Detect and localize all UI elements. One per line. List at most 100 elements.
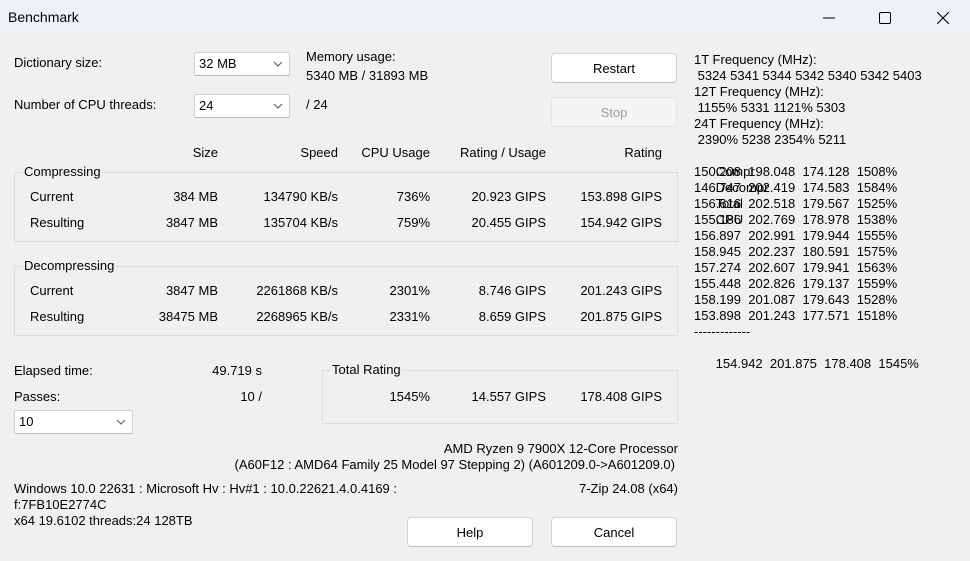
- maximize-button[interactable]: [862, 0, 908, 35]
- log-total-total: 178.408: [824, 356, 872, 371]
- speed-value: 134790 KB/s: [263, 189, 338, 204]
- rating-usage-value: 20.923 GIPS: [471, 189, 546, 204]
- log-decompr: 202.237: [748, 244, 796, 259]
- row-label: Current: [30, 189, 74, 204]
- log-compr: 158.199: [694, 292, 741, 307]
- cpu-threads-select[interactable]: 24: [194, 94, 290, 118]
- freq-24t-label: 24T Frequency (MHz):: [694, 116, 824, 131]
- rating-value: 201.875 GIPS: [580, 309, 662, 324]
- passes-select-value: 10: [19, 414, 34, 429]
- size-value: 3847 MB: [165, 283, 218, 298]
- dictionary-size-label: Dictionary size:: [14, 55, 103, 70]
- log-total-decompr: 201.875: [769, 356, 817, 371]
- passes-log-row: 157.274 202.607 179.941 1563%: [694, 260, 922, 276]
- freq-12t-label: 12T Frequency (MHz):: [694, 84, 824, 99]
- dictionary-size-value: 32 MB: [199, 56, 237, 71]
- log-total: 174.128: [802, 164, 850, 179]
- chevron-down-icon: [273, 103, 283, 109]
- help-button[interactable]: Help: [407, 517, 533, 547]
- log-decompr: 202.419: [748, 180, 796, 195]
- maximize-icon: [879, 11, 891, 24]
- system-info-line2: f:7FB10E2774C: [14, 497, 107, 512]
- log-cpu: 1518%: [856, 308, 898, 323]
- passes-log-row: 153.898 201.243 177.571 1518%: [694, 308, 922, 324]
- system-info-line1: Windows 10.0 22631 : Microsoft Hv : Hv#1…: [14, 481, 397, 496]
- log-cpu: 1584%: [856, 180, 898, 195]
- log-decompr: 202.518: [748, 196, 796, 211]
- speed-value: 135704 KB/s: [263, 215, 338, 230]
- rating-value: 153.898 GIPS: [580, 189, 662, 204]
- freq-1t-values: 5324 5341 5344 5342 5340 5342 5403: [694, 68, 922, 83]
- freq-1t-label: 1T Frequency (MHz):: [694, 52, 817, 67]
- log-cpu: 1575%: [856, 244, 898, 259]
- log-decompr: 202.769: [748, 212, 796, 227]
- chevron-down-icon: [116, 419, 126, 425]
- log-total: 179.567: [802, 196, 850, 211]
- size-value: 3847 MB: [165, 215, 218, 230]
- column-header-cpu-usage: CPU Usage: [361, 145, 430, 160]
- cpu-usage-value: 759%: [396, 215, 430, 230]
- minimize-button[interactable]: [806, 0, 852, 35]
- log-cpu: 1555%: [856, 228, 898, 243]
- log-total: 178.978: [802, 212, 850, 227]
- log-compr: 158.945: [694, 244, 741, 259]
- passes-log-row: 156.616 202.518 179.567 1525%: [694, 196, 922, 212]
- log-cpu: 1525%: [856, 196, 898, 211]
- log-total-compr: 154.942: [715, 356, 763, 371]
- rating-value: 201.243 GIPS: [580, 283, 662, 298]
- passes-log-header: Compr Decompr Total CPU: [694, 148, 922, 227]
- cpu-usage-value: 2331%: [389, 309, 430, 324]
- passes-log-row: 158.199 201.087 179.643 1528%: [694, 292, 922, 308]
- dictionary-size-select[interactable]: 32 MB: [194, 52, 290, 76]
- cpu-usage-value: 2301%: [389, 283, 430, 298]
- log-decompr: 202.607: [748, 260, 796, 275]
- cpu-threads-max: / 24: [306, 97, 328, 112]
- log-compr: 157.274: [694, 260, 741, 275]
- log-cpu: 1508%: [856, 164, 898, 179]
- log-total: 179.137: [802, 276, 850, 291]
- close-button[interactable]: [920, 0, 966, 35]
- passes-log-row: 156.897 202.991 179.944 1555%: [694, 228, 922, 244]
- log-cpu: 1559%: [856, 276, 898, 291]
- log-compr: 146.747: [694, 180, 741, 195]
- passes-select[interactable]: 10: [14, 410, 133, 434]
- passes-log-separator: -------------: [694, 324, 751, 339]
- column-header-rating-usage: Rating / Usage: [460, 145, 546, 160]
- size-value: 384 MB: [173, 189, 218, 204]
- passes-log-row: 158.945 202.237 180.591 1575%: [694, 244, 922, 260]
- app-version: 7-Zip 24.08 (x64): [579, 481, 678, 496]
- log-cpu: 1563%: [856, 260, 898, 275]
- restart-button[interactable]: Restart: [551, 53, 677, 83]
- speed-value: 2268965 KB/s: [256, 309, 338, 324]
- benchmark-log-panel: 1T Frequency (MHz): 5324 5341 5344 5342 …: [694, 52, 922, 371]
- passes-value: 10 /: [240, 389, 262, 404]
- stop-button[interactable]: Stop: [551, 97, 677, 127]
- log-total: 177.571: [802, 308, 850, 323]
- passes-label: Passes:: [14, 389, 61, 404]
- freq-24t-values: 2390% 5238 2354% 5211: [694, 132, 847, 147]
- elapsed-time-value: 49.719 s: [212, 363, 262, 378]
- log-total: 174.583: [802, 180, 850, 195]
- row-label: Resulting: [30, 215, 85, 230]
- log-decompr: 201.087: [748, 292, 796, 307]
- passes-log-row: 146.747 202.419 174.583 1584%: [694, 180, 922, 196]
- total-rating-title: Total Rating: [331, 362, 402, 378]
- total-cpu-usage-value: 1545%: [389, 389, 430, 404]
- log-total: 180.591: [802, 244, 850, 259]
- memory-usage-label: Memory usage:: [306, 49, 396, 64]
- log-total: 179.941: [802, 260, 850, 275]
- log-decompr: 198.048: [748, 164, 796, 179]
- system-info-line3: x64 19.6102 threads:24 128TB: [14, 513, 193, 528]
- passes-log-row: 155.448 202.826 179.137 1559%: [694, 276, 922, 292]
- minimize-icon: [823, 17, 835, 18]
- close-icon: [937, 11, 949, 24]
- log-decompr: 202.826: [748, 276, 796, 291]
- compressing-group: Compressing: [14, 164, 678, 242]
- passes-log-row: 155.186 202.769 178.978 1538%: [694, 212, 922, 228]
- column-header-speed: Speed: [300, 145, 338, 160]
- passes-log-total: 154.942 201.875 178.408 1545%: [694, 340, 922, 371]
- title-bar: Benchmark: [0, 0, 970, 35]
- elapsed-time-label: Elapsed time:: [14, 363, 93, 378]
- compressing-group-title: Compressing: [23, 164, 102, 180]
- cancel-button[interactable]: Cancel: [551, 517, 677, 547]
